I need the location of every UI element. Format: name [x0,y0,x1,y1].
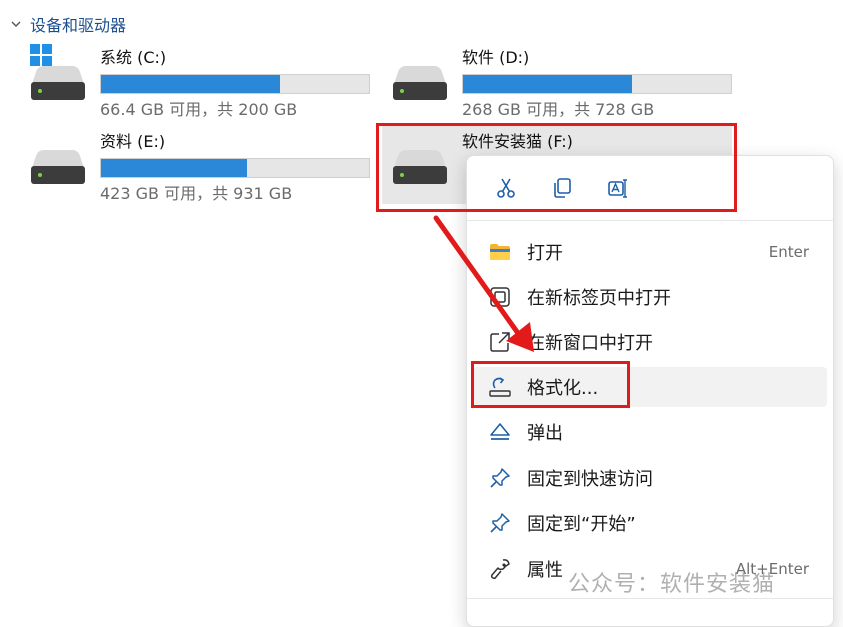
menu-item-label: 格式化... [527,378,599,399]
menu-item-open[interactable]: 打开 Enter [473,232,827,272]
drive-e[interactable]: 资料 (E:) 423 GB 可用，共 931 GB [28,132,388,212]
menu-item-label: 打开 [527,243,563,264]
drive-name: 软件 (D:) [462,48,530,67]
drive-name: 资料 (E:) [100,132,166,151]
hard-drive-icon [31,150,85,184]
eject-icon [490,423,510,440]
menu-item-pin-quick-access[interactable]: 固定到快速访问 [473,458,827,498]
drive-c[interactable]: 系统 (C:) 66.4 GB 可用，共 200 GB [28,44,388,128]
menu-item-eject[interactable]: 弹出 [473,412,827,452]
menu-item-format[interactable]: 格式化... [473,367,827,407]
menu-item-label: 属性 [527,560,563,581]
drive-usage-bar [100,158,370,178]
drive-space-text: 66.4 GB 可用，共 200 GB [100,100,298,119]
menu-item-pin-start[interactable]: 固定到“开始” [473,503,827,543]
hard-drive-icon [31,66,85,100]
rename-button[interactable] [601,171,635,205]
menu-item-label: 在新标签页中打开 [527,288,671,309]
hard-drive-icon [393,150,447,184]
rename-icon [608,179,627,198]
drive-space-text: 423 GB 可用，共 931 GB [100,184,293,203]
menu-item-label: 在新窗口中打开 [527,333,653,354]
cut-icon [497,178,515,198]
drive-usage-fill [101,75,281,93]
section-title: 设备和驱动器 [30,16,127,35]
drive-name: 软件安装猫 (F:) [462,132,573,151]
cut-button[interactable] [489,171,523,205]
menu-item-label: 弹出 [527,423,563,444]
pin-icon [490,513,510,533]
new-tab-icon [490,287,510,307]
drive-space-text: 268 GB 可用，共 728 GB [462,100,655,119]
context-menu: 打开 Enter 在新标签页中打开 在新窗口中打开 格式化... 弹出 固定到快… [466,155,834,627]
wrench-icon [490,559,510,580]
drive-usage-fill [101,159,248,177]
menu-item-shortcut: Enter [768,243,809,261]
drive-usage-bar [100,74,370,94]
menu-item-label: 固定到“开始” [527,514,636,535]
menu-item-open-new-window[interactable]: 在新窗口中打开 [473,322,827,362]
menu-item-label: 固定到快速访问 [527,469,653,490]
drive-usage-bar [462,74,732,94]
menu-item-open-new-tab[interactable]: 在新标签页中打开 [473,277,827,317]
menu-separator [467,598,833,599]
drive-d[interactable]: 软件 (D:) 268 GB 可用，共 728 GB [390,48,750,128]
drive-usage-fill [463,75,633,93]
folder-icon [490,244,510,260]
copy-button[interactable] [545,171,579,205]
watermark: 公众号：软件安装猫 [568,572,776,597]
menu-separator [467,220,833,221]
drive-name: 系统 (C:) [100,48,167,67]
section-header[interactable]: 设备和驱动器 [10,12,126,36]
copy-icon [554,178,571,198]
format-icon [489,377,511,397]
hard-drive-icon [393,66,447,100]
pin-icon [490,468,510,488]
chevron-down-icon [11,21,21,27]
windows-logo-icon [30,44,52,66]
quick-actions-bar [467,156,833,220]
open-external-icon [490,332,510,352]
